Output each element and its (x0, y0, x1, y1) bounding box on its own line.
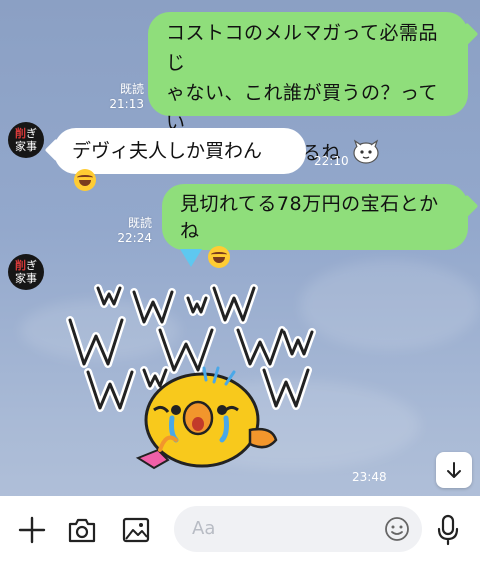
outgoing-message-bubble[interactable]: コストコのメルマガって必需品じ ゃない、これ誰が買うの？ってい うの多くてウケる… (148, 12, 468, 164)
image-icon (122, 517, 150, 543)
message-text: デヴィ夫人しか買わん (72, 140, 263, 162)
camera-button[interactable] (64, 512, 100, 548)
avatar-text: 家事 (15, 140, 37, 153)
scroll-to-bottom-button[interactable] (436, 452, 472, 488)
message-line: 見切れてる78万円の宝石とかね (180, 193, 439, 242)
rolling-laughing-emoji-icon (74, 169, 96, 191)
message-input[interactable]: Aa (174, 506, 422, 552)
plus-icon (18, 516, 46, 544)
message-meta: 既読 21:13 (104, 82, 144, 112)
camera-icon (68, 518, 96, 543)
arrow-down-icon (447, 462, 461, 478)
avatar-char: ぎ (26, 259, 37, 272)
emoji-button[interactable] (384, 516, 410, 546)
avatar[interactable]: 削ぎ 家事 (8, 122, 44, 158)
sticker-face-icon (353, 139, 380, 164)
avatar-text: 家事 (15, 272, 37, 285)
image-button[interactable] (118, 512, 154, 548)
sticker-www-crying-chick[interactable] (64, 270, 334, 480)
message-line (180, 245, 450, 272)
message-time: 23:48 (352, 470, 387, 484)
composer-bar: Aa (0, 496, 480, 564)
mic-icon (437, 514, 459, 546)
rolling-laughing-emoji-icon (208, 246, 230, 268)
incoming-message-bubble[interactable]: デヴィ夫人しか買わん (54, 128, 306, 191)
read-receipt: 既読 (127, 216, 152, 230)
read-receipt: 既読 (119, 82, 144, 96)
avatar[interactable]: 削ぎ 家事 (8, 254, 44, 290)
message-time: 22:10 (314, 154, 349, 168)
mic-button[interactable] (430, 512, 466, 548)
message-time: 22:24 (117, 231, 152, 245)
message-line: コストコのメルマガって必需品じ (166, 22, 439, 74)
chat-area: 既読 21:13 コストコのメルマガって必需品じ ゃない、これ誰が買うの？ってい… (0, 0, 480, 496)
avatar-char: 削 (15, 127, 26, 140)
message-input-placeholder: Aa (192, 518, 216, 539)
emoji-icon (385, 517, 409, 541)
message-meta: 既読 22:24 (112, 216, 152, 246)
gem-icon (180, 249, 202, 267)
outgoing-message-bubble[interactable]: 見切れてる78万円の宝石とかね (162, 184, 468, 268)
plus-button[interactable] (14, 512, 50, 548)
message-time: 21:13 (109, 97, 144, 111)
avatar-char: 削 (15, 259, 26, 272)
avatar-char: ぎ (26, 127, 37, 140)
